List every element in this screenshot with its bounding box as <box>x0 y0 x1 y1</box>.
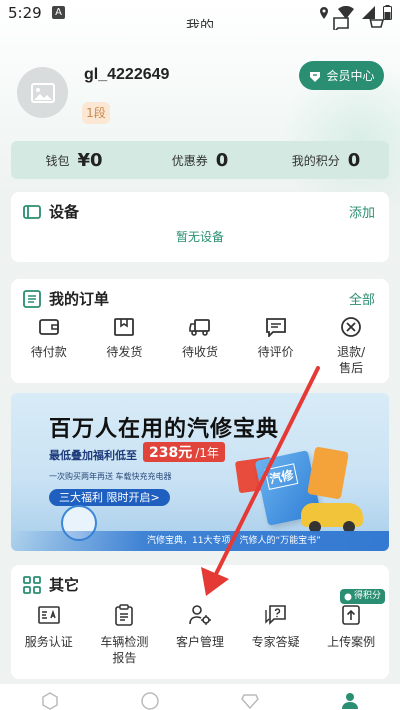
stat-value: 0 <box>347 149 361 171</box>
stat-value: 0 <box>215 149 229 171</box>
no-devices-text[interactable]: 暂无设备 <box>11 228 389 245</box>
order-label: 待收货 <box>181 345 218 359</box>
banner-subtitle: 最低叠加福利低至 <box>49 449 137 462</box>
grid-icon <box>23 575 41 594</box>
order-pending-shipment[interactable]: 待发货 <box>87 315 163 376</box>
order-label: 退款/售后 <box>337 345 366 375</box>
customer-management[interactable]: 客户管理 <box>162 603 238 666</box>
member-shield-icon <box>310 71 321 82</box>
stat-wallet[interactable]: 钱包 ¥0 <box>11 150 137 171</box>
package-icon <box>111 315 137 339</box>
image-placeholder-icon <box>30 82 55 103</box>
cart-icon[interactable] <box>366 16 384 30</box>
coupon-illustration <box>307 446 349 500</box>
all-orders-link[interactable]: 全部 <box>349 289 375 308</box>
others-row: 服务认证 车辆检测报告 客户管理 专家答疑 得积分 上传案例 <box>11 589 389 666</box>
upload-case[interactable]: 得积分 上传案例 <box>313 589 389 666</box>
username: gl_4222649 <box>84 66 170 83</box>
book-text: 汽修 <box>264 463 299 490</box>
service-certification[interactable]: 服务认证 <box>11 603 87 666</box>
upload-icon <box>338 603 364 627</box>
stat-coupons[interactable]: 优惠券 0 <box>137 150 263 171</box>
avatar[interactable] <box>17 67 68 118</box>
order-pending-payment[interactable]: 待付款 <box>11 315 87 376</box>
report-icon <box>111 603 137 627</box>
banner-price-unit: /1年 <box>195 445 219 460</box>
device-icon <box>23 204 41 219</box>
orders-title-text: 我的订单 <box>49 290 110 308</box>
ai-icon <box>141 692 159 710</box>
nav-item-profile[interactable] <box>300 684 400 710</box>
wallet-icon <box>36 315 62 339</box>
devices-card: 设备 添加 暂无设备 <box>11 192 389 262</box>
orders-card: 我的订单 全部 待付款 待发货 待收货 待评价 退款/售后 <box>11 279 389 383</box>
orders-title: 我的订单 <box>23 288 109 309</box>
message-icon[interactable] <box>332 16 350 30</box>
person-icon <box>342 693 358 709</box>
other-label: 客户管理 <box>175 635 224 649</box>
stat-label: 我的积分 <box>291 153 340 168</box>
customer-settings-icon <box>187 603 213 627</box>
vehicle-inspection-report[interactable]: 车辆检测报告 <box>87 603 163 666</box>
certificate-icon <box>36 603 62 627</box>
order-status-row: 待付款 待发货 待收货 待评价 退款/售后 <box>11 315 389 376</box>
order-pending-review[interactable]: 待评价 <box>238 315 314 376</box>
stat-points[interactable]: 我的积分 0 <box>263 150 389 171</box>
coin-icon <box>344 593 352 600</box>
comment-icon <box>263 315 289 339</box>
devices-title: 设备 <box>23 201 79 222</box>
diamond-icon <box>241 694 259 710</box>
nav-item-home[interactable] <box>0 684 100 710</box>
stats-bar: 钱包 ¥0 优惠券 0 我的积分 0 <box>11 141 389 179</box>
promo-banner[interactable]: 百万人在用的汽修宝典 最低叠加福利低至 238元/1年 一次购买两年再送 车载快… <box>11 393 389 551</box>
order-label: 待付款 <box>30 345 67 359</box>
truck-icon <box>187 315 213 339</box>
member-center-label: 会员中心 <box>326 69 375 83</box>
expert-qa[interactable]: 专家答疑 <box>238 603 314 666</box>
bottom-navigation <box>0 684 400 710</box>
earn-points-badge: 得积分 <box>339 589 385 604</box>
order-label: 待发货 <box>106 345 143 359</box>
banner-offer-text: 一次购买两年再送 车载快充充电器 <box>49 472 172 481</box>
refund-icon <box>338 315 364 339</box>
others-card: 其它 服务认证 车辆检测报告 客户管理 专家答疑 得积分 上传案例 <box>11 565 389 679</box>
other-label: 车辆检测报告 <box>100 635 149 665</box>
stat-label: 钱包 <box>45 153 70 168</box>
stat-label: 优惠券 <box>171 153 208 168</box>
other-label: 专家答疑 <box>251 635 300 649</box>
nav-item-mall[interactable] <box>200 684 300 710</box>
banner-price: 238元/1年 <box>143 442 225 462</box>
banner-footer: 汽修宝典，11大专项，汽修人的“万能宝书” <box>11 531 389 551</box>
order-refund[interactable]: 退款/售后 <box>313 315 389 376</box>
order-pending-receipt[interactable]: 待收货 <box>162 315 238 376</box>
add-device-link[interactable]: 添加 <box>349 202 375 221</box>
order-label: 待评价 <box>257 345 294 359</box>
order-list-icon <box>23 289 41 308</box>
box-icon <box>42 692 58 710</box>
nav-item-ai[interactable] <box>100 684 200 710</box>
member-center-button[interactable]: 会员中心 <box>299 61 384 90</box>
other-label: 服务认证 <box>24 635 73 649</box>
question-icon <box>263 603 289 627</box>
devices-title-text: 设备 <box>49 203 80 221</box>
top-action-icons <box>332 16 384 30</box>
stat-value: ¥0 <box>77 149 103 171</box>
others-title: 其它 <box>23 574 79 595</box>
banner-cta[interactable]: 三大福利 限时开启> <box>49 489 170 506</box>
level-badge: 1段 <box>82 102 110 124</box>
other-label: 上传案例 <box>327 635 376 649</box>
car-illustration <box>301 503 363 533</box>
earn-points-label: 得积分 <box>353 591 381 601</box>
banner-price-amount: 238元 <box>149 445 193 461</box>
banner-title: 百万人在用的汽修宝典 <box>49 417 280 442</box>
others-title-text: 其它 <box>49 576 80 594</box>
